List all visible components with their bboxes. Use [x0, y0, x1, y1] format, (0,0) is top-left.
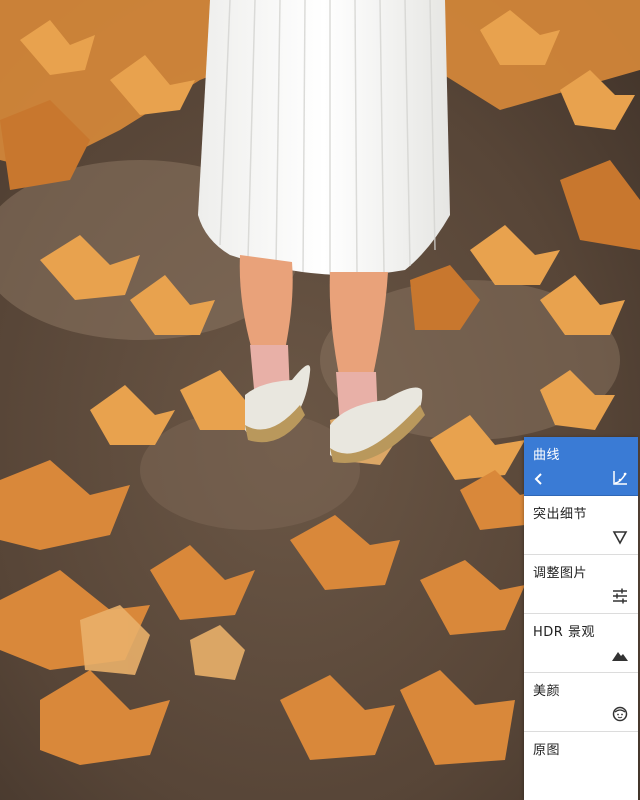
sliders-icon	[613, 588, 627, 604]
back-chevron-icon[interactable]	[534, 472, 544, 486]
face-icon	[612, 706, 628, 722]
tool-panel: 曲线 突出细节 调整图片 HDR 景观 美颜 原图	[524, 437, 638, 800]
tool-curves[interactable]: 曲线	[524, 437, 638, 496]
tool-tune-image-label: 调整图片	[533, 566, 588, 581]
triangle-down-icon	[612, 531, 628, 545]
tool-face[interactable]: 美颜	[524, 673, 638, 732]
tool-curves-label: 曲线	[533, 448, 561, 463]
tool-original-label: 原图	[533, 743, 561, 758]
tool-face-label: 美颜	[533, 684, 561, 699]
tool-tune-image[interactable]: 调整图片	[524, 555, 638, 614]
curve-icon	[613, 471, 627, 485]
tool-hdr[interactable]: HDR 景观	[524, 614, 638, 673]
mountain-icon	[612, 652, 628, 661]
tool-original[interactable]: 原图	[524, 732, 638, 800]
tool-hdr-label: HDR 景观	[533, 625, 595, 640]
tool-detail-label: 突出细节	[533, 507, 588, 522]
tool-detail[interactable]: 突出细节	[524, 496, 638, 555]
